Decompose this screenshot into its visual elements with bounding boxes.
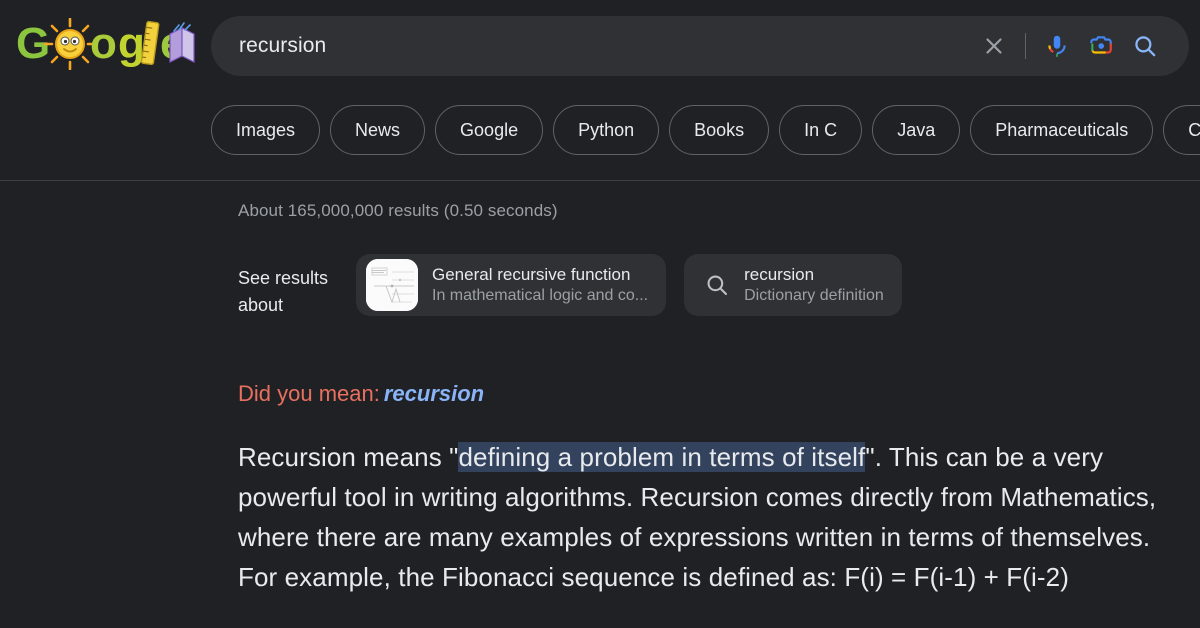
google-doodle-logo[interactable]: G o g: [16, 18, 196, 70]
did-you-mean-suggestion-link[interactable]: recursion: [384, 381, 484, 406]
did-you-mean-label: Did you mean:: [238, 381, 380, 406]
filter-chips: Images News Google Python Books In C Jav…: [211, 104, 1200, 156]
close-icon: [986, 38, 1002, 54]
search-input[interactable]: [239, 34, 972, 58]
chip-books[interactable]: Books: [669, 105, 770, 155]
chip-cpp[interactable]: C++: [1163, 105, 1200, 155]
card-title: General recursive function: [432, 265, 631, 284]
results-count: About 165,000,000 results (0.50 seconds): [238, 201, 558, 220]
search-submit-button[interactable]: [1123, 24, 1167, 68]
answer-paragraph: Recursion means "defining a problem in t…: [238, 437, 1173, 597]
search-header: G o g recursion Images News Google Pytho…: [0, 0, 1200, 181]
card-subtitle: In mathematical logic and co...: [432, 287, 649, 304]
search-input-container: [211, 34, 972, 58]
search-actions-divider: [1025, 33, 1026, 59]
clear-search-button[interactable]: [972, 24, 1016, 68]
see-results-card-recursion-dictionary[interactable]: recursion Dictionary definition: [684, 254, 902, 316]
svg-text:g: g: [118, 19, 145, 68]
card-subtitle: Dictionary definition: [744, 287, 884, 304]
chip-java[interactable]: Java: [872, 105, 961, 155]
diagram-thumbnail-icon: [366, 259, 418, 311]
answer-selected-text[interactable]: defining a problem in terms of itself: [458, 442, 866, 472]
did-you-mean: Did you mean: recursion: [238, 380, 484, 408]
search-icon: [1135, 36, 1156, 57]
chip-python[interactable]: Python: [553, 105, 660, 155]
see-results-card-general-recursive-function[interactable]: General recursive function In mathematic…: [356, 254, 667, 316]
svg-text:o: o: [90, 19, 117, 68]
search-actions: [972, 24, 1189, 68]
answer-text-before-selection: Recursion means ": [238, 442, 459, 472]
chip-pharmaceuticals[interactable]: Pharmaceuticals: [970, 105, 1154, 155]
chip-in-c[interactable]: In C: [779, 105, 863, 155]
google-lens-camera-icon: [1090, 36, 1112, 54]
voice-search-button[interactable]: [1035, 24, 1079, 68]
microphone-icon: [1048, 35, 1066, 57]
chip-images[interactable]: Images: [211, 105, 321, 155]
card-text: General recursive function In mathematic…: [432, 264, 648, 306]
chip-news[interactable]: News: [330, 105, 426, 155]
chip-google[interactable]: Google: [435, 105, 544, 155]
see-results-about-label: See results about: [238, 268, 329, 315]
card-title: recursion: [744, 265, 815, 284]
google-search-results-page: G o g recursion Images News Google Pytho…: [0, 0, 1200, 628]
search-box[interactable]: [211, 16, 1189, 76]
card-text: recursion Dictionary definition: [744, 264, 884, 306]
search-icon: [694, 272, 740, 298]
lens-search-button[interactable]: [1079, 24, 1123, 68]
see-results-about-section: See results about General recursive func…: [238, 254, 920, 319]
